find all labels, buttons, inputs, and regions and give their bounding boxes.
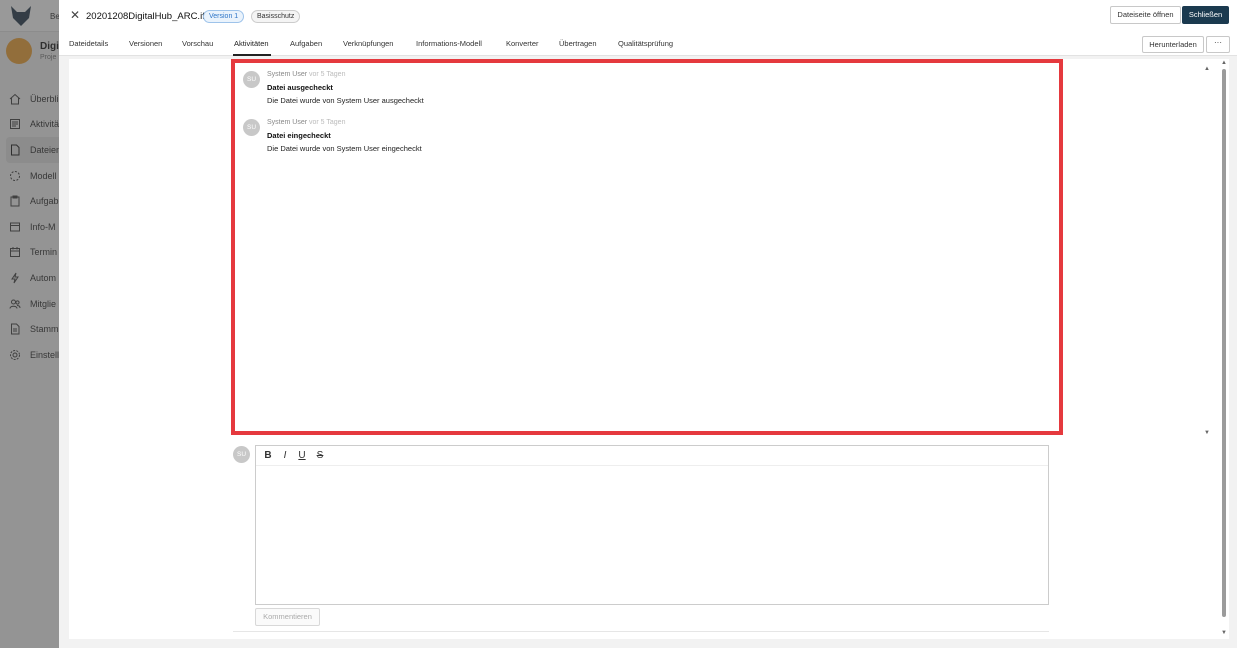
scroll-up-arrow-icon[interactable]: ▲ bbox=[1220, 59, 1228, 67]
more-options-button[interactable]: ··· bbox=[1206, 36, 1230, 53]
open-file-page-button[interactable]: Dateiseite öffnen bbox=[1110, 6, 1181, 24]
activities-content: SU System User vor 5 Tagen Datei ausgech… bbox=[69, 59, 1229, 639]
file-detail-panel: ✕ 20201208DigitalHub_ARC.ifc Version 1 B… bbox=[59, 0, 1237, 648]
comment-editor[interactable]: B I U S bbox=[255, 445, 1049, 605]
tab-links[interactable]: Verknüpfungen bbox=[343, 39, 393, 48]
scrollbar-thumb[interactable] bbox=[1222, 69, 1226, 617]
italic-button[interactable]: I bbox=[279, 450, 291, 462]
activity-time: vor 5 Tagen bbox=[309, 119, 346, 126]
comment-avatar: SU bbox=[233, 446, 250, 463]
activity-time: vor 5 Tagen bbox=[309, 71, 346, 78]
activity-feed: SU System User vor 5 Tagen Datei ausgech… bbox=[231, 59, 1063, 435]
tab-activities[interactable]: Aktivitäten bbox=[234, 39, 269, 48]
activity-title: Datei ausgecheckt bbox=[267, 83, 333, 92]
tab-quality-check[interactable]: Qualitätsprüfung bbox=[618, 39, 673, 48]
activity-user: System User bbox=[267, 71, 308, 78]
tab-bar: Dateidetails Versionen Vorschau Aktivitä… bbox=[59, 32, 1237, 56]
activity-scrollbar[interactable]: ▲ ▼ bbox=[1199, 65, 1215, 437]
close-button[interactable]: Schließen bbox=[1182, 6, 1229, 24]
tab-converter[interactable]: Konverter bbox=[506, 39, 539, 48]
strikethrough-button[interactable]: S bbox=[314, 450, 326, 462]
activity-description: Die Datei wurde von System User eingeche… bbox=[267, 144, 422, 153]
close-icon[interactable]: ✕ bbox=[69, 9, 81, 21]
activity-description: Die Datei wurde von System User ausgeche… bbox=[267, 96, 424, 105]
tab-file-details[interactable]: Dateidetails bbox=[69, 39, 108, 48]
tab-tasks[interactable]: Aufgaben bbox=[290, 39, 322, 48]
active-tab-indicator bbox=[233, 54, 271, 56]
scroll-down-arrow-icon[interactable]: ▼ bbox=[1203, 429, 1211, 437]
avatar: SU bbox=[243, 119, 260, 136]
scroll-down-arrow-icon[interactable]: ▼ bbox=[1220, 629, 1228, 637]
download-button[interactable]: Herunterladen bbox=[1142, 36, 1204, 53]
activity-user: System User bbox=[267, 119, 308, 126]
scroll-up-arrow-icon[interactable]: ▲ bbox=[1203, 65, 1211, 73]
panel-scrollbar[interactable]: ▲ ▼ bbox=[1219, 59, 1227, 639]
protection-badge: Basisschutz bbox=[251, 10, 301, 23]
activity-meta: System User vor 5 Tagen bbox=[267, 119, 345, 126]
activity-meta: System User vor 5 Tagen bbox=[267, 71, 345, 78]
bold-button[interactable]: B bbox=[262, 450, 274, 462]
tab-transfer[interactable]: Übertragen bbox=[559, 39, 597, 48]
divider bbox=[233, 631, 1049, 632]
submit-comment-button[interactable]: Kommentieren bbox=[255, 608, 320, 626]
tab-versions[interactable]: Versionen bbox=[129, 39, 162, 48]
panel-header: ✕ 20201208DigitalHub_ARC.ifc Version 1 B… bbox=[59, 0, 1237, 32]
file-name: 20201208DigitalHub_ARC.ifc bbox=[86, 11, 210, 22]
activity-title: Datei eingecheckt bbox=[267, 131, 331, 140]
version-badge: Version 1 bbox=[203, 10, 245, 23]
avatar: SU bbox=[243, 71, 260, 88]
underline-button[interactable]: U bbox=[296, 450, 308, 462]
tab-information-model[interactable]: Informations-Modell bbox=[416, 39, 482, 48]
editor-toolbar: B I U S bbox=[256, 446, 1048, 466]
tab-preview[interactable]: Vorschau bbox=[182, 39, 213, 48]
